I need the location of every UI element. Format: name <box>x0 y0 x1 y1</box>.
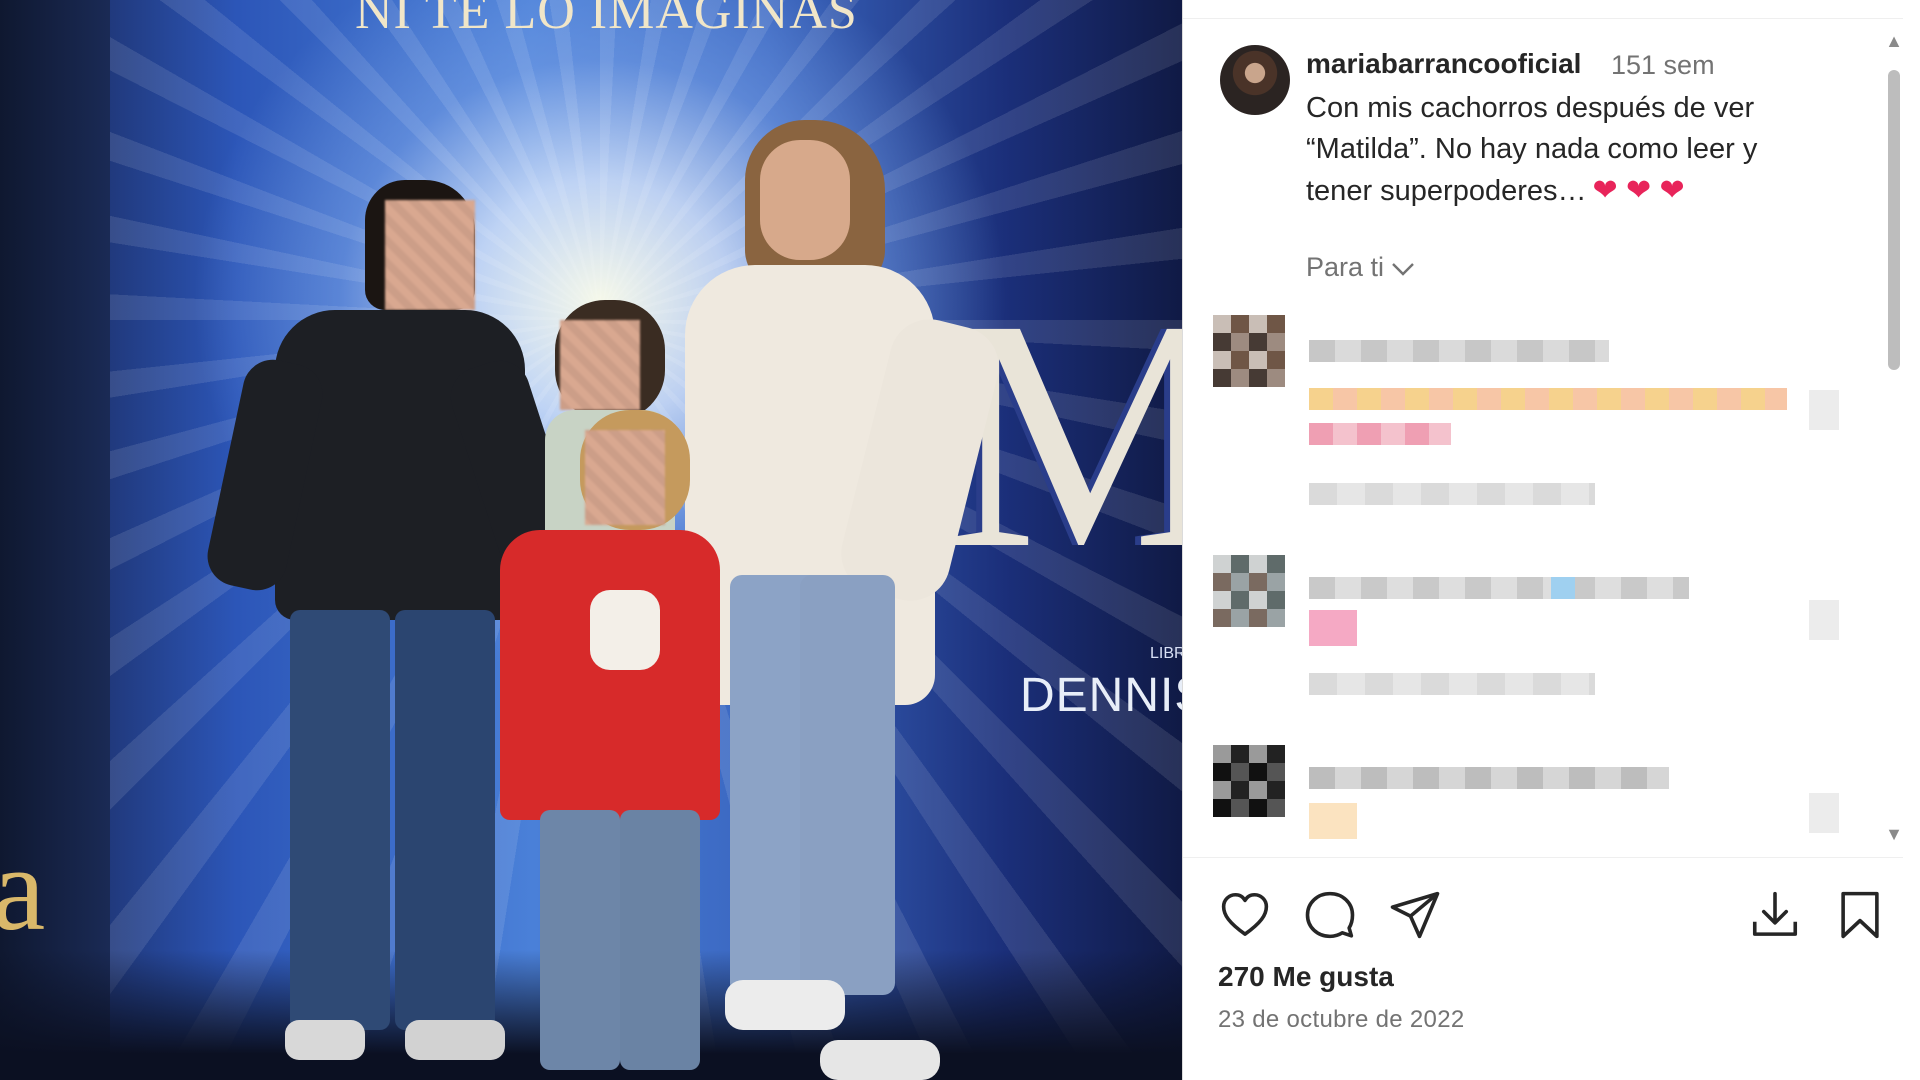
post-photo[interactable]: NI TE LO IMAGINAS M LIBR DENNIS a <box>0 0 1182 1080</box>
comment-redacted-accent <box>1551 577 1575 599</box>
comment-item[interactable] <box>1213 745 1853 845</box>
heart-icon <box>1221 892 1269 936</box>
poster-small-label: LIBR <box>1150 645 1182 662</box>
comment-redacted-user <box>1309 767 1669 789</box>
for-you-dropdown[interactable]: Para ti <box>1306 252 1416 283</box>
comment-redacted-text <box>1309 610 1357 646</box>
comment-like-icon[interactable] <box>1809 600 1839 640</box>
download-button[interactable] <box>1748 888 1802 942</box>
comment-redacted-text <box>1309 803 1357 839</box>
comment-redacted-user <box>1309 340 1609 362</box>
comment-item[interactable] <box>1213 555 1853 705</box>
person-boy-red-shirt <box>480 410 750 1080</box>
comment-item[interactable] <box>1213 315 1853 515</box>
scroll-thumb[interactable] <box>1888 70 1900 370</box>
scroll-up-arrow-icon[interactable]: ▲ <box>1883 30 1905 52</box>
save-button[interactable] <box>1833 888 1887 942</box>
comment-avatar[interactable] <box>1213 315 1285 387</box>
bookmark-icon <box>1841 891 1879 939</box>
poster-author: DENNIS <box>1020 669 1182 722</box>
scroll-down-arrow-icon[interactable]: ▼ <box>1883 823 1905 845</box>
post-time-ago[interactable]: 151 sem <box>1611 50 1715 81</box>
download-icon <box>1752 891 1798 936</box>
heart-emoji: ❤ ❤ ❤ <box>1592 174 1685 207</box>
comments-scrollbar[interactable]: ▲ ▼ <box>1883 30 1905 845</box>
share-button[interactable] <box>1388 888 1442 942</box>
send-icon <box>1390 891 1440 939</box>
top-divider <box>1183 18 1903 19</box>
blurred-face <box>560 320 640 410</box>
poster-left-letter: a <box>0 822 46 955</box>
like-button[interactable] <box>1218 888 1272 942</box>
for-you-label: Para ti <box>1306 252 1385 282</box>
comment-like-icon[interactable] <box>1809 793 1839 833</box>
post-caption: Con mis cachorros después de ver “Matild… <box>1306 88 1826 212</box>
poster-title: NI TE LO IMAGINAS <box>355 0 858 40</box>
author-username[interactable]: mariabarrancooficial <box>1306 48 1581 80</box>
comment-avatar[interactable] <box>1213 745 1285 817</box>
comment-avatar[interactable] <box>1213 555 1285 627</box>
comment-button[interactable] <box>1303 888 1357 942</box>
comment-like-icon[interactable] <box>1809 390 1839 430</box>
blurred-face <box>385 200 475 310</box>
post-side-panel: mariabarrancooficial 151 sem Con mis cac… <box>1182 0 1920 1080</box>
post-date[interactable]: 23 de octubre de 2022 <box>1218 1006 1465 1034</box>
author-avatar[interactable] <box>1220 45 1290 115</box>
likes-count[interactable]: 270 Me gusta <box>1218 961 1394 993</box>
chevron-down-icon <box>1392 263 1414 276</box>
comment-redacted-meta <box>1309 673 1595 695</box>
comment-icon <box>1305 891 1355 939</box>
comment-redacted-text <box>1309 423 1451 445</box>
blurred-face <box>585 430 665 525</box>
comment-redacted-user <box>1309 577 1689 599</box>
caption-text: Con mis cachorros después de ver “Matild… <box>1306 92 1758 207</box>
comment-redacted-text <box>1309 388 1787 410</box>
comment-redacted-meta <box>1309 483 1595 505</box>
actions-divider <box>1183 857 1903 858</box>
